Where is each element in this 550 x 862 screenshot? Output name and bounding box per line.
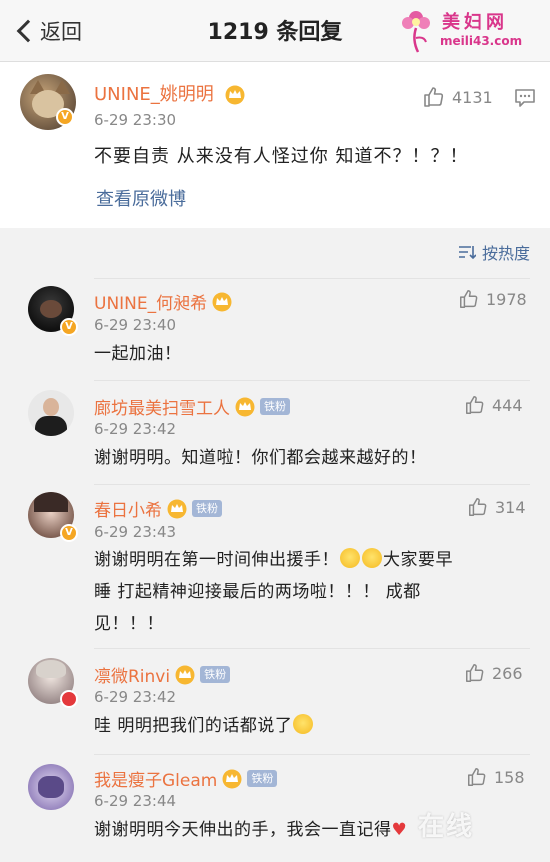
- like-button[interactable]: 4131: [422, 84, 493, 110]
- crown-badge-icon: [167, 499, 187, 518]
- like-count: 444: [492, 395, 523, 415]
- comment-text: 哇 明明把我们的话都说了: [94, 710, 514, 742]
- original-post: V UNINE_姚明明 6-29 23:30 不要自责 从来没有人怪过你 知道不…: [0, 62, 550, 228]
- sort-by-hot-button[interactable]: 按热度: [458, 240, 530, 264]
- like-count: 314: [495, 497, 526, 517]
- post-timestamp: 6-29 23:30: [94, 111, 177, 129]
- avatar[interactable]: [28, 390, 74, 436]
- verified-badge-icon: V: [60, 318, 78, 336]
- bottom-watermark: 在线: [418, 812, 475, 842]
- crown-badge-icon: [225, 85, 245, 105]
- thumbs-up-icon: [469, 498, 487, 516]
- heart-icon: ♥: [391, 820, 408, 840]
- fan-badge: 铁粉: [200, 666, 231, 683]
- comment-text: 一起加油！: [94, 344, 182, 364]
- thumbs-up-icon: [424, 87, 444, 107]
- like-count: 1978: [486, 289, 527, 309]
- comment-timestamp: 6-29 23:40: [94, 316, 177, 334]
- comment-username[interactable]: 廊坊最美扫雪工人 铁粉: [94, 394, 290, 419]
- comment-username-text: 我是瘦子Gleam: [94, 771, 218, 791]
- avatar-decor: [40, 300, 62, 318]
- like-button[interactable]: 1978: [458, 288, 527, 310]
- post-text: 不要自责 从来没有人怪过你 知道不？！？！: [94, 146, 469, 167]
- comment-username[interactable]: 春日小希 铁粉: [94, 496, 222, 521]
- comment-timestamp: 6-29 23:42: [94, 688, 177, 706]
- comment-text: 谢谢明明。知道啦！你们都会越来越好的！: [94, 448, 427, 468]
- comment-timestamp: 6-29 23:43: [94, 523, 177, 541]
- like-button[interactable]: 266: [464, 662, 523, 684]
- like-count: 158: [494, 767, 525, 787]
- like-button[interactable]: 158: [466, 766, 525, 788]
- watermark-site-name: 美妇网: [442, 12, 508, 33]
- crown-badge-icon: [235, 397, 255, 416]
- crown-badge-icon: [222, 769, 242, 788]
- verified-badge-icon: V: [60, 524, 78, 542]
- comment-text-part: 睡 打起精神迎接最后的两场啦！！！ 成都: [94, 582, 421, 602]
- comment-timestamp: 6-29 23:42: [94, 420, 177, 438]
- watermark-site-url: meili43.com: [440, 34, 523, 48]
- smiling-emoji-icon: [293, 714, 314, 734]
- comment-username[interactable]: UNINE_何昶希: [94, 289, 233, 314]
- sort-bar: 按热度: [0, 228, 550, 278]
- avatar-decor: [36, 660, 66, 678]
- avatar[interactable]: [28, 764, 74, 810]
- comment-icon[interactable]: [514, 88, 536, 108]
- thumbs-up-icon: [460, 290, 478, 308]
- divider: [94, 278, 530, 279]
- comment-text-part: 谢谢明明今天伸出的手，我会一直记得: [94, 820, 392, 840]
- comment-username[interactable]: 我是瘦子Gleam 铁粉: [94, 766, 278, 791]
- comment-username-text: 春日小希: [94, 501, 162, 521]
- avatar-decor: [34, 492, 68, 512]
- comment-username-text: UNINE_何昶希: [94, 294, 208, 314]
- crown-badge-icon: [212, 292, 232, 311]
- comment-username-text: 凛微Rinvi: [94, 667, 171, 687]
- like-button[interactable]: 444: [464, 394, 523, 416]
- crying-emoji-icon: [362, 548, 382, 568]
- comment-text-part: 见！！！: [94, 614, 164, 634]
- fan-badge: 铁粉: [192, 500, 222, 517]
- comment-timestamp: 6-29 23:44: [94, 792, 177, 810]
- top-nav-bar: 返回 1219 条回复 美妇网 meili43.com: [0, 0, 550, 62]
- member-badge-icon: [60, 690, 78, 708]
- fan-badge: 铁粉: [247, 770, 278, 787]
- sort-icon: [458, 246, 476, 260]
- fan-badge: 铁粉: [260, 398, 290, 415]
- site-watermark: 美妇网 meili43.com: [390, 6, 540, 56]
- sort-label: 按热度: [481, 244, 530, 263]
- comment-text-part: 哇 明明把我们的话都说了: [94, 716, 293, 736]
- thumbs-up-icon: [466, 396, 484, 414]
- divider: [94, 754, 530, 755]
- comment-text-part: 大家要早: [383, 550, 453, 570]
- like-button[interactable]: 314: [467, 496, 526, 518]
- view-original-weibo-link[interactable]: 查看原微博: [96, 185, 186, 211]
- crying-emoji-icon: [340, 548, 360, 568]
- crown-badge-icon: [175, 665, 195, 684]
- post-username-text: UNINE_姚明明: [94, 84, 214, 105]
- like-count: 4131: [452, 87, 493, 107]
- comment-username-text: 廊坊最美扫雪工人: [94, 399, 230, 419]
- comment-text: 谢谢明明在第一时间伸出援手！ 大家要早 睡 打起精神迎接最后的两场啦！！！ 成都 …: [94, 544, 514, 640]
- like-count: 266: [492, 663, 523, 683]
- comment-username[interactable]: 凛微Rinvi 铁粉: [94, 662, 231, 687]
- post-username[interactable]: UNINE_姚明明: [94, 80, 246, 106]
- divider: [94, 648, 530, 649]
- comment-text-part: 谢谢明明在第一时间伸出援手！: [94, 550, 339, 570]
- flower-logo-icon: [402, 11, 430, 53]
- divider: [94, 484, 530, 485]
- avatar-decor: [43, 398, 59, 416]
- divider: [94, 380, 530, 381]
- avatar-decor: [38, 776, 64, 798]
- thumbs-up-icon: [468, 768, 486, 786]
- avatar-decor: [35, 416, 67, 436]
- verified-badge-icon: V: [56, 108, 74, 126]
- thumbs-up-icon: [466, 664, 484, 682]
